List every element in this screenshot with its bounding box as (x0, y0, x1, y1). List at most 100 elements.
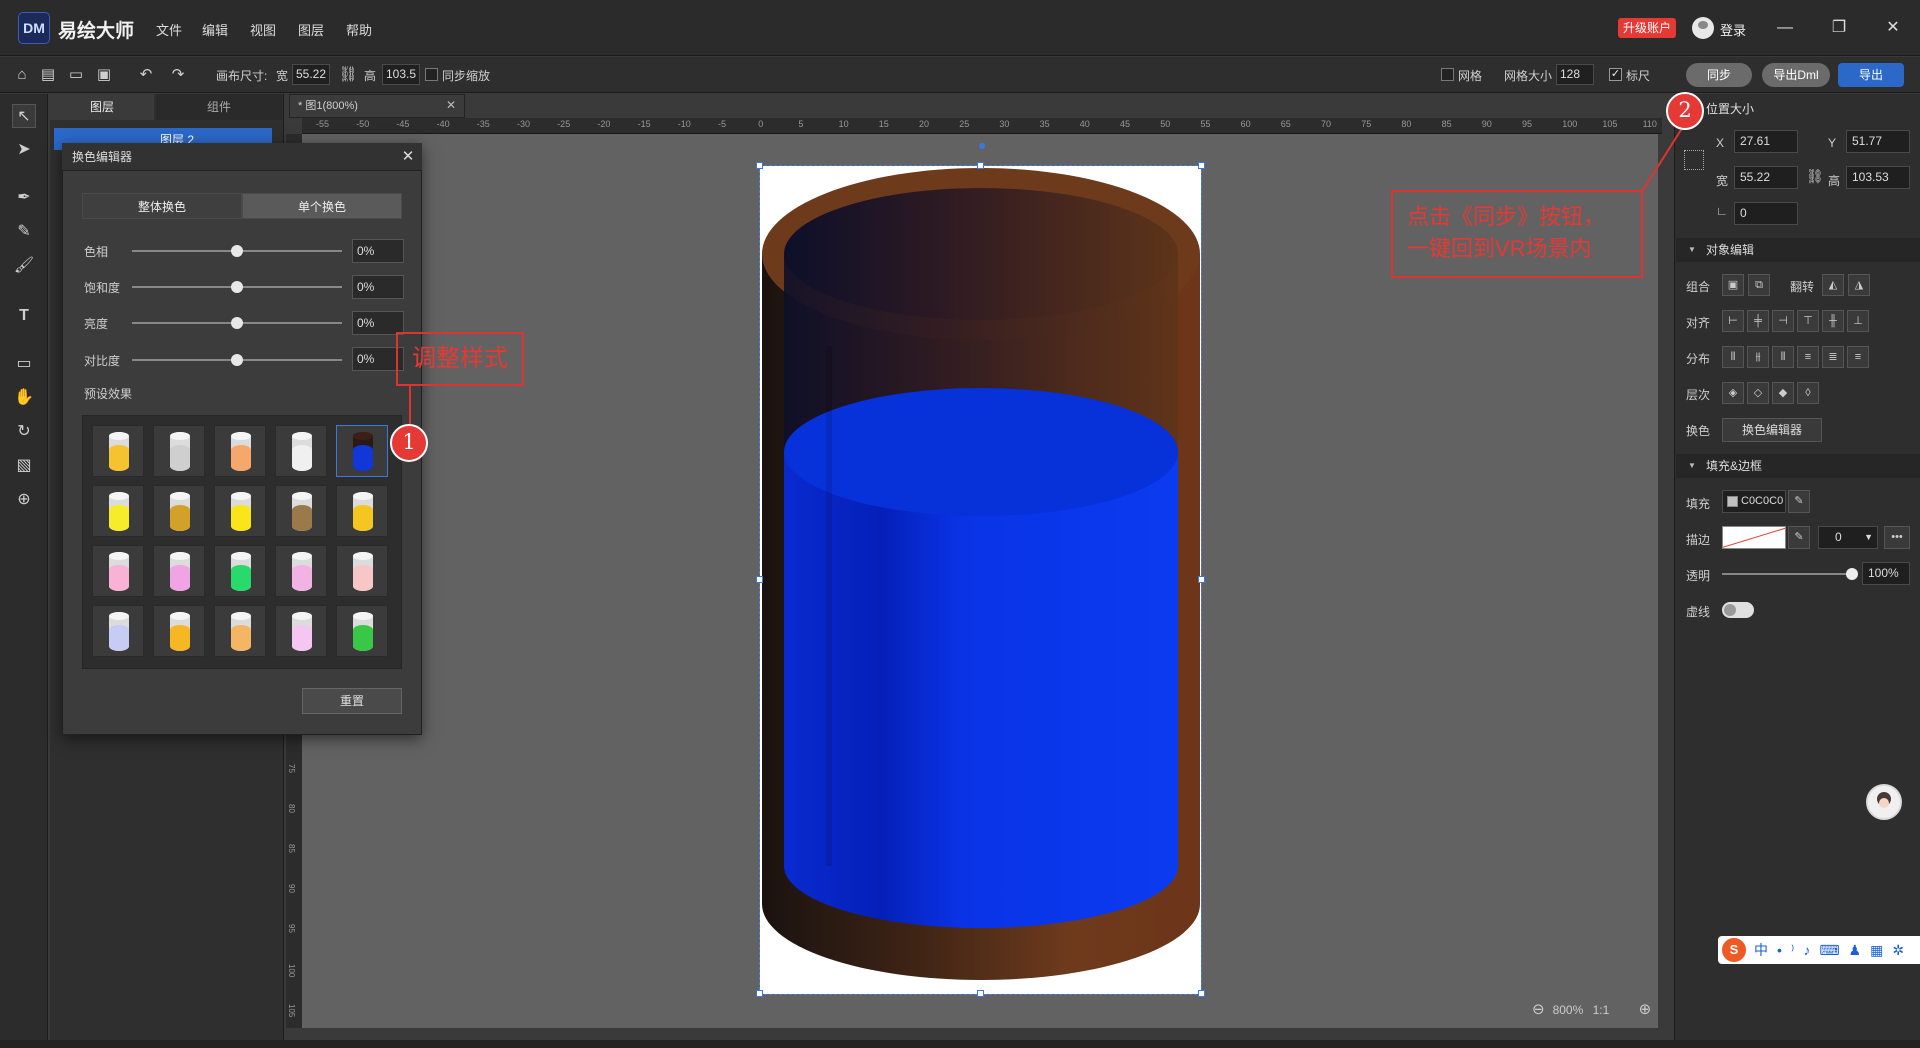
resize-handle-nw[interactable] (756, 162, 763, 169)
gradient-tool-icon[interactable]: ▧ (12, 454, 36, 478)
align-bottom-icon[interactable]: ⊥ (1847, 310, 1869, 332)
dialog-close-icon[interactable]: ✕ (398, 147, 418, 167)
ime-controls-icon[interactable]: 中•⁾♪⌨♟▦✲ (1754, 940, 1913, 960)
preset-swatch[interactable] (92, 605, 144, 657)
zoom-tool-icon[interactable]: ⊕ (12, 488, 36, 512)
opacity-slider-knob[interactable] (1846, 568, 1858, 580)
preset-swatch[interactable] (336, 605, 388, 657)
lock-ratio-icon[interactable]: ⛓ (1806, 168, 1824, 185)
resize-handle-w[interactable] (756, 576, 763, 583)
assistant-avatar-icon[interactable] (1866, 784, 1902, 820)
hand-tool-icon[interactable]: ✋ (12, 386, 36, 410)
preset-swatch[interactable] (336, 425, 388, 477)
tab-whole-recolor[interactable]: 整体换色 (82, 193, 242, 219)
preset-swatch[interactable] (214, 425, 266, 477)
stroke-width-dropdown-icon[interactable]: ▼ (1864, 527, 1873, 548)
preset-swatch[interactable] (214, 545, 266, 597)
menu-help[interactable]: 帮助 (346, 20, 372, 39)
login-link[interactable]: 登录 (1720, 20, 1746, 39)
grid-size-input[interactable]: 128 (1556, 64, 1594, 85)
object-edit-section[interactable]: 对象编辑 (1676, 238, 1920, 262)
canvas-width-input[interactable]: 55.22 (292, 64, 330, 85)
user-avatar-icon[interactable] (1692, 17, 1714, 39)
send-to-back-icon[interactable]: ◊ (1797, 382, 1819, 404)
grid-checkbox[interactable] (1441, 68, 1454, 81)
preset-swatch[interactable] (275, 485, 327, 537)
align-right-icon[interactable]: ⊣ (1772, 310, 1794, 332)
resize-handle-s[interactable] (977, 990, 984, 997)
y-input[interactable]: 51.77 (1846, 130, 1910, 153)
pen-tool-icon[interactable]: ✒ (12, 186, 36, 210)
tab-components[interactable]: 组件 (156, 94, 282, 120)
menu-edit[interactable]: 编辑 (202, 20, 228, 39)
preset-swatch[interactable] (92, 545, 144, 597)
sync-button[interactable]: 同步 (1686, 63, 1752, 87)
more-options-icon[interactable]: ••• (1884, 526, 1910, 549)
opacity-input[interactable]: 100% (1862, 562, 1910, 585)
zoom-in-icon[interactable]: ⊕ (1639, 1001, 1652, 1018)
distribute-top-icon[interactable]: ≡ (1797, 346, 1819, 368)
resize-handle-se[interactable] (1198, 990, 1205, 997)
flip-horizontal-icon[interactable]: ◮ (1848, 274, 1870, 296)
height-input[interactable]: 103.53 (1846, 166, 1910, 189)
preset-swatch[interactable] (153, 425, 205, 477)
bring-to-front-icon[interactable]: ◈ (1722, 382, 1744, 404)
fill-eyedropper-icon[interactable]: ✎ (1788, 490, 1810, 513)
tab-layers[interactable]: 图层 (50, 94, 154, 120)
send-backward-icon[interactable]: ◆ (1772, 382, 1794, 404)
stroke-eyedropper-icon[interactable]: ✎ (1788, 526, 1810, 549)
resize-handle-e[interactable] (1198, 576, 1205, 583)
fill-stroke-section[interactable]: 填充&边框 (1676, 454, 1920, 478)
rectangle-tool-icon[interactable]: ▭ (12, 352, 36, 376)
hue-slider-knob[interactable] (231, 245, 243, 257)
align-center-icon[interactable]: ╪ (1747, 310, 1769, 332)
resize-handle-ne[interactable] (1198, 162, 1205, 169)
dash-toggle[interactable] (1722, 602, 1754, 618)
color-editor-button[interactable]: 换色编辑器 (1722, 418, 1822, 442)
close-window-icon[interactable]: ✕ (1878, 14, 1908, 42)
ungroup-icon[interactable]: ⧉ (1748, 274, 1770, 296)
select-tool-icon[interactable]: ↖ (12, 104, 36, 128)
export-button[interactable]: 导出 (1838, 63, 1904, 87)
ime-toolbar[interactable]: S 中•⁾♪⌨♟▦✲ (1718, 936, 1920, 964)
stroke-width-input[interactable]: 0 ▼ (1818, 526, 1878, 549)
width-input[interactable]: 55.22 (1734, 166, 1798, 189)
preset-swatch[interactable] (336, 485, 388, 537)
preset-swatch[interactable] (214, 485, 266, 537)
undo-icon[interactable]: ↶ (136, 66, 156, 84)
home-icon[interactable]: ⌂ (12, 66, 32, 84)
rotate-tool-icon[interactable]: ↻ (12, 420, 36, 444)
distribute-bottom-icon[interactable]: ≡ (1847, 346, 1869, 368)
contrast-slider-knob[interactable] (231, 354, 243, 366)
group-icon[interactable]: ▣ (1722, 274, 1744, 296)
rotate-handle[interactable] (979, 143, 985, 149)
menu-view[interactable]: 视图 (250, 20, 276, 39)
opacity-slider-track[interactable] (1722, 573, 1854, 575)
preset-swatch[interactable] (336, 545, 388, 597)
restore-icon[interactable]: ❐ (1824, 14, 1854, 42)
tab-single-recolor[interactable]: 单个换色 (242, 193, 402, 219)
ime-logo-icon[interactable]: S (1722, 938, 1746, 962)
saturation-value-input[interactable]: 0% (352, 275, 404, 299)
preset-swatch[interactable] (275, 545, 327, 597)
align-middle-icon[interactable]: ╫ (1822, 310, 1844, 332)
document-tab[interactable]: * 图1(800%) (289, 94, 465, 118)
angle-input[interactable]: 0 (1734, 202, 1798, 225)
direct-select-tool-icon[interactable]: ➤ (12, 138, 36, 162)
preset-swatch[interactable] (275, 425, 327, 477)
zoom-out-icon[interactable]: ⊖ (1532, 1001, 1545, 1018)
preset-swatch[interactable] (275, 605, 327, 657)
sync-scale-checkbox[interactable] (425, 68, 438, 81)
stroke-color-none[interactable] (1722, 526, 1786, 549)
zoom-ratio[interactable]: 1:1 (1593, 1003, 1610, 1017)
brush-tool-icon[interactable]: 🖌 (12, 254, 36, 278)
resize-handle-n[interactable] (977, 162, 984, 169)
save-icon[interactable]: ▣ (94, 66, 114, 84)
preset-swatch[interactable] (153, 605, 205, 657)
close-tab-icon[interactable]: ✕ (446, 98, 456, 112)
redo-icon[interactable]: ↷ (168, 66, 188, 84)
menu-file[interactable]: 文件 (156, 20, 182, 39)
bring-forward-icon[interactable]: ◇ (1747, 382, 1769, 404)
saturation-slider-knob[interactable] (231, 281, 243, 293)
minimize-icon[interactable]: — (1770, 14, 1800, 42)
